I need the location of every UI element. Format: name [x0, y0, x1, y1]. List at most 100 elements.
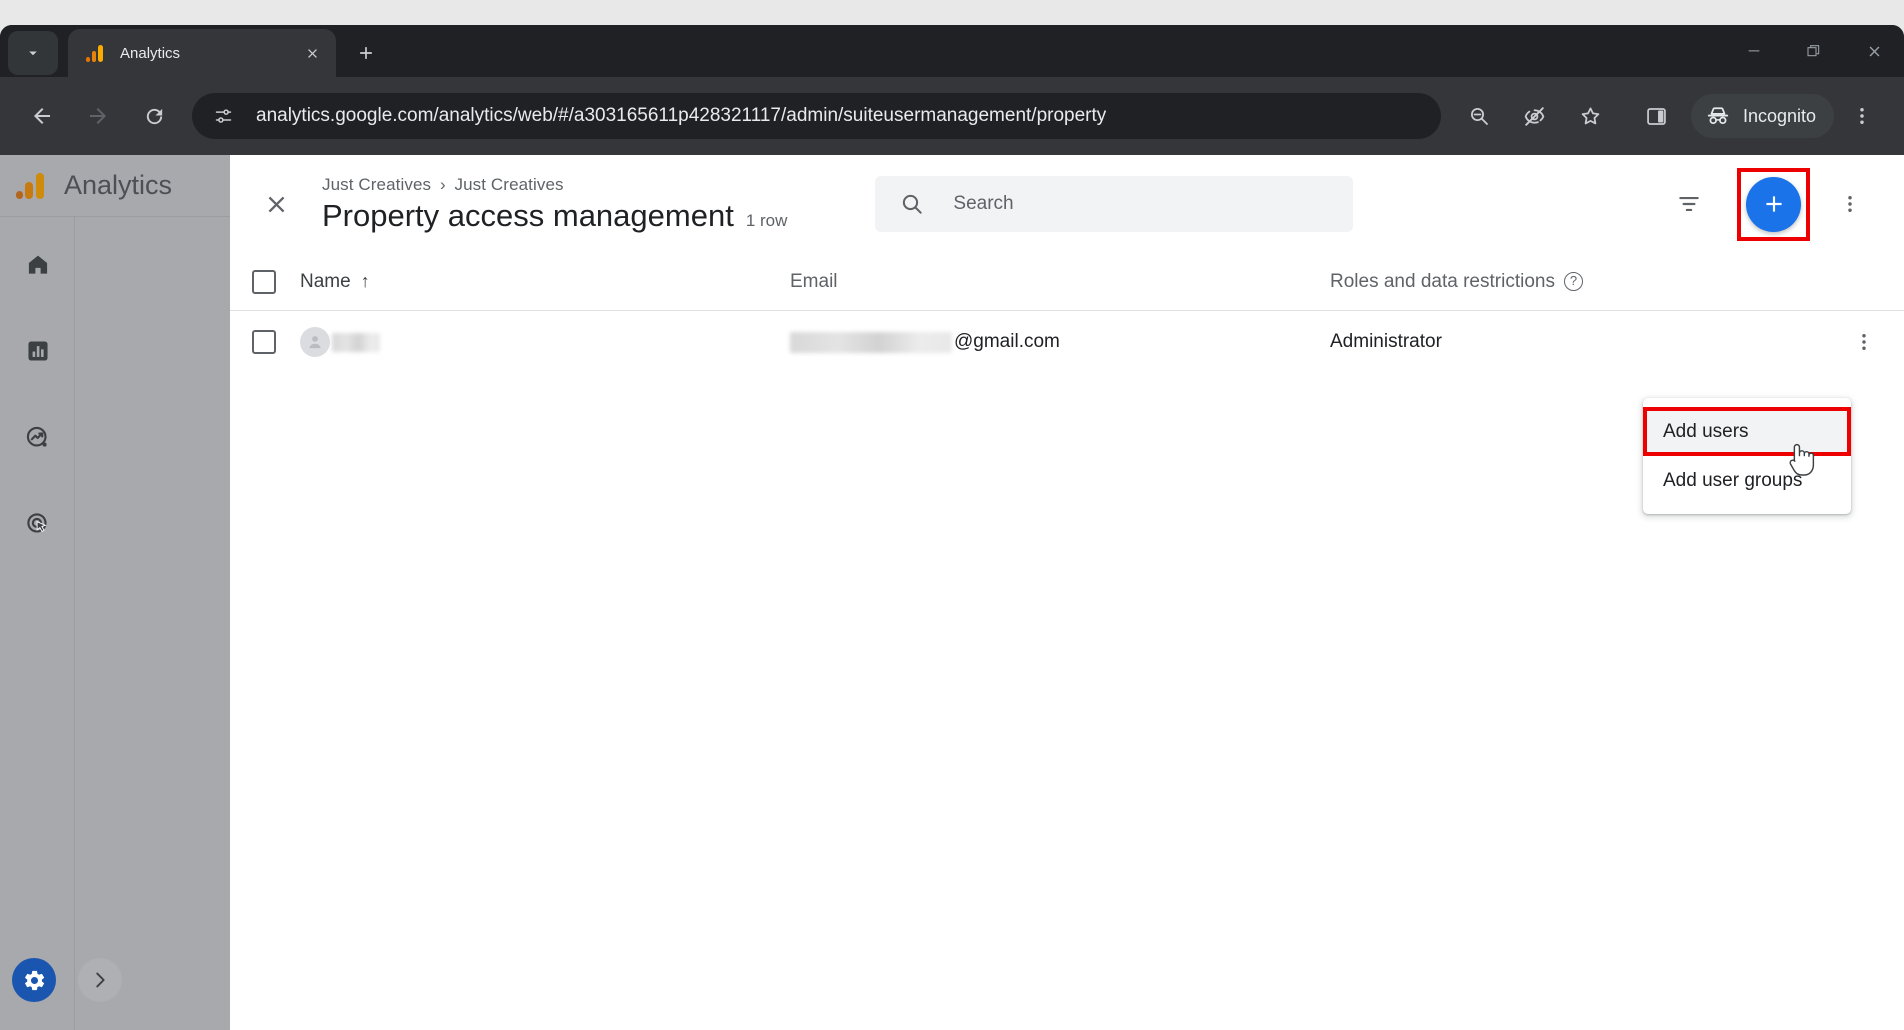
panel-header-actions [1663, 167, 1876, 241]
add-button-highlight [1737, 167, 1810, 241]
window-controls [1724, 25, 1904, 77]
browser-window: Analytics analytics.google.com/analytics… [0, 25, 1904, 1030]
bookmark-button[interactable] [1569, 94, 1613, 138]
tab-strip: Analytics [0, 25, 1904, 77]
close-icon [268, 196, 284, 212]
tab-close-button[interactable] [298, 39, 326, 67]
breadcrumb: Just Creatives › Just Creatives [322, 175, 787, 195]
tab-title: Analytics [120, 44, 181, 62]
breadcrumb-separator: › [439, 174, 446, 194]
table-header-row: Name ↑ Email Roles and data restrictions… [230, 253, 1904, 311]
panel-more-button[interactable] [1824, 178, 1876, 230]
panel-title-block: Just Creatives › Just Creatives Property… [322, 175, 787, 234]
breadcrumb-property[interactable]: Just Creatives [455, 175, 564, 194]
close-panel-button[interactable] [252, 180, 300, 228]
column-label-email: Email [790, 270, 838, 292]
maximize-button[interactable] [1784, 25, 1844, 77]
page-title: Property access management [322, 197, 734, 233]
kebab-menu-icon [1848, 196, 1852, 212]
browser-menu-button[interactable] [1840, 94, 1884, 138]
sidebar-item-explore[interactable] [0, 407, 75, 467]
plus-icon [360, 47, 372, 59]
close-icon [1869, 46, 1879, 56]
analytics-topbar: Analytics [0, 155, 230, 217]
row-count-label: 1 row [745, 210, 788, 230]
minimize-icon [1748, 50, 1760, 52]
browser-tab-analytics[interactable]: Analytics [68, 29, 336, 77]
table-row[interactable]: @gmail.com Administrator [230, 311, 1904, 373]
sidebar-item-reports[interactable] [0, 321, 75, 381]
sidebar-item-home[interactable] [0, 235, 75, 295]
explore-trend-icon [26, 426, 47, 447]
person-icon [309, 336, 321, 349]
email-domain: @gmail.com [954, 331, 1060, 352]
add-button[interactable] [1746, 176, 1801, 232]
plus-icon [1765, 196, 1782, 212]
breadcrumb-account[interactable]: Just Creatives [322, 175, 431, 194]
cell-roles: Administrator [1330, 331, 1842, 353]
side-panel-icon [1647, 107, 1667, 125]
filter-button[interactable] [1663, 178, 1715, 230]
url-text: analytics.google.com/analytics/web/#/a30… [256, 105, 1107, 126]
analytics-brand-label: Analytics [64, 170, 173, 200]
google-analytics-favicon-icon [86, 44, 104, 62]
redacted-email-prefix [790, 331, 952, 353]
row-menu-button[interactable] [1842, 320, 1886, 364]
column-label-name: Name [300, 270, 351, 292]
page-viewport: Analytics Just Creatives › Just Creative… [0, 155, 1904, 1030]
cell-email: @gmail.com [790, 331, 1330, 353]
column-header-roles[interactable]: Roles and data restrictions ? [1330, 271, 1904, 293]
bar-chart-icon [27, 341, 48, 361]
search-box[interactable]: Search [875, 176, 1354, 232]
reload-button[interactable] [132, 94, 176, 138]
site-settings-button[interactable] [206, 99, 240, 133]
zoom-out-button[interactable] [1457, 94, 1501, 138]
chevron-right-icon [96, 972, 105, 988]
menu-item-add-users[interactable]: Add users [1643, 407, 1851, 456]
minimize-button[interactable] [1724, 25, 1784, 77]
column-header-name[interactable]: Name ↑ [300, 271, 790, 293]
address-bar[interactable]: analytics.google.com/analytics/web/#/a30… [192, 93, 1441, 139]
sort-ascending-icon: ↑ [360, 271, 370, 291]
back-button[interactable] [20, 94, 64, 138]
advertising-target-icon [27, 512, 47, 533]
arrow-forward-icon [90, 108, 106, 124]
eye-off-icon [1525, 106, 1545, 126]
expand-sidebar-button[interactable] [78, 958, 122, 1002]
chevron-down-icon [29, 51, 37, 56]
add-menu-dropdown: Add users Add user groups [1643, 398, 1851, 514]
person-avatar-icon [300, 327, 330, 357]
admin-settings-button[interactable] [12, 958, 56, 1002]
restore-icon [1807, 45, 1820, 57]
column-header-email[interactable]: Email [790, 271, 1330, 293]
kebab-menu-icon [1860, 108, 1864, 124]
forward-button[interactable] [76, 94, 120, 138]
row-checkbox[interactable] [252, 330, 276, 354]
help-icon[interactable]: ? [1563, 272, 1583, 291]
gear-icon [24, 970, 44, 990]
side-panel-button[interactable] [1635, 94, 1679, 138]
zoom-out-icon [1470, 108, 1488, 125]
property-access-panel: Just Creatives › Just Creatives Property… [230, 155, 1904, 1030]
role-label: Administrator [1330, 331, 1442, 352]
tracking-protection-button[interactable] [1513, 94, 1557, 138]
select-all-checkbox[interactable] [252, 269, 276, 294]
arrow-back-icon [34, 108, 50, 124]
home-icon [28, 255, 47, 274]
navigation-toolbar: analytics.google.com/analytics/web/#/a30… [0, 77, 1904, 155]
incognito-label: Incognito [1742, 105, 1816, 126]
close-icon [307, 48, 317, 58]
incognito-profile-chip[interactable]: Incognito [1690, 94, 1834, 138]
menu-item-add-user-groups[interactable]: Add user groups [1643, 456, 1851, 505]
star-icon [1582, 106, 1600, 124]
panel-header: Just Creatives › Just Creatives Property… [230, 155, 1904, 253]
new-tab-button[interactable] [346, 33, 386, 73]
site-settings-icon [215, 108, 231, 123]
search-input[interactable]: Search [953, 193, 1013, 215]
tab-search-button[interactable] [8, 31, 58, 75]
sidebar-item-advertising[interactable] [0, 493, 75, 553]
cell-name [300, 327, 790, 357]
column-label-roles: Roles and data restrictions [1330, 270, 1555, 292]
kebab-menu-icon [1862, 334, 1866, 350]
close-window-button[interactable] [1844, 25, 1904, 77]
